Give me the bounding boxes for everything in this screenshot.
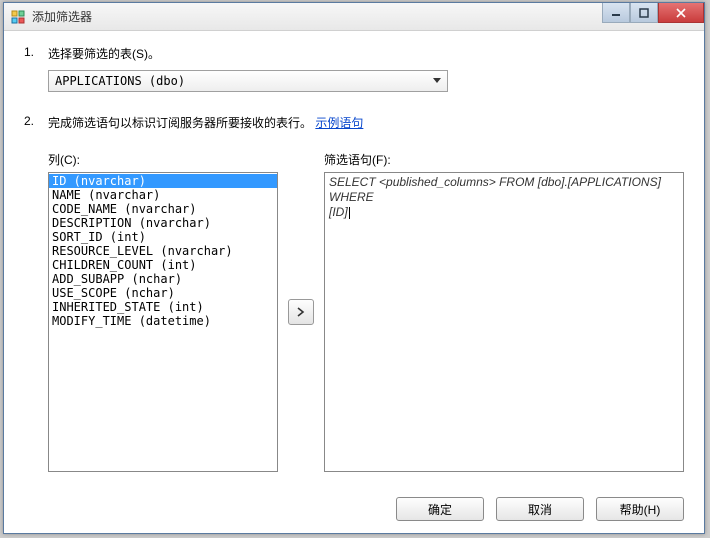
columns-listbox[interactable]: ID (nvarchar)NAME (nvarchar)CODE_NAME (n… [48,172,278,472]
chevron-right-icon [297,307,305,317]
list-item[interactable]: NAME (nvarchar) [49,188,277,202]
list-item[interactable]: USE_SCOPE (nchar) [49,286,277,300]
list-item[interactable]: CODE_NAME (nvarchar) [49,202,277,216]
step-1-number: 1. [24,45,48,92]
list-item[interactable]: DESCRIPTION (nvarchar) [49,216,277,230]
chevron-down-icon [429,73,445,89]
window-title: 添加筛选器 [32,8,92,25]
step-1-text: 选择要筛选的表(S)。 [48,45,684,62]
app-icon [10,9,26,25]
list-item[interactable]: ADD_SUBAPP (nchar) [49,272,277,286]
maximize-button[interactable] [630,3,658,23]
filter-line-1: SELECT <published_columns> FROM [dbo].[A… [329,175,679,205]
step-2-number: 2. [24,114,48,472]
cancel-button[interactable]: 取消 [496,497,584,521]
list-item[interactable]: MODIFY_TIME (datetime) [49,314,277,328]
move-right-button[interactable] [288,299,314,325]
help-button[interactable]: 帮助(H) [596,497,684,521]
step-2-text: 完成筛选语句以标识订阅服务器所要接收的表行。 [48,116,312,130]
filter-statement-label: 筛选语句(F): [324,151,684,168]
minimize-button[interactable] [602,3,630,23]
list-item[interactable]: RESOURCE_LEVEL (nvarchar) [49,244,277,258]
dialog-buttons: 确定 取消 帮助(H) [396,497,684,521]
window-controls [602,3,704,23]
titlebar: 添加筛选器 [4,3,704,31]
close-icon [675,8,687,18]
table-select-value: APPLICATIONS (dbo) [55,74,441,88]
list-item[interactable]: CHILDREN_COUNT (int) [49,258,277,272]
step-1: 1. 选择要筛选的表(S)。 APPLICATIONS (dbo) [24,45,684,92]
client-area: 1. 选择要筛选的表(S)。 APPLICATIONS (dbo) 2. 完成筛… [4,31,704,533]
ok-button[interactable]: 确定 [396,497,484,521]
list-item[interactable]: INHERITED_STATE (int) [49,300,277,314]
filter-statement-textbox[interactable]: SELECT <published_columns> FROM [dbo].[A… [324,172,684,472]
table-select-combo[interactable]: APPLICATIONS (dbo) [48,70,448,92]
minimize-icon [611,8,621,18]
list-item[interactable]: SORT_ID (int) [49,230,277,244]
dialog-window: 添加筛选器 1. 选择要筛选的表(S)。 APPLICATIONS (db [3,2,705,534]
columns-label: 列(C): [48,151,278,168]
maximize-icon [639,8,649,18]
filter-line-2: [ID] [329,205,679,220]
step-2: 2. 完成筛选语句以标识订阅服务器所要接收的表行。 示例语句 列(C): ID … [24,114,684,472]
list-item[interactable]: ID (nvarchar) [49,174,277,188]
close-button[interactable] [658,3,704,23]
text-cursor [349,207,350,219]
example-statement-link[interactable]: 示例语句 [315,116,363,130]
